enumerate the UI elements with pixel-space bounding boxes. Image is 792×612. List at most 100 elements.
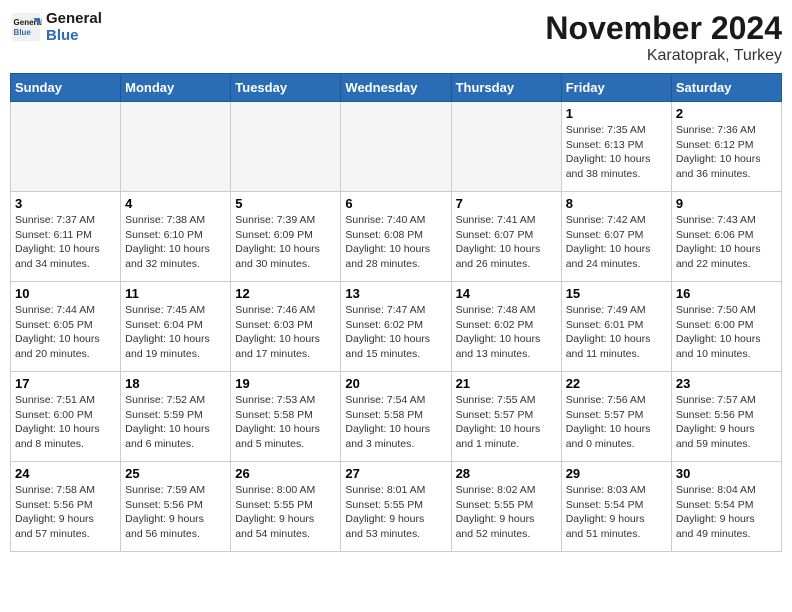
calendar-cell: 21 Sunrise: 7:55 AMSunset: 5:57 PMDayligh… bbox=[451, 372, 561, 462]
day-info: Sunrise: 7:58 AMSunset: 5:56 PMDaylight:… bbox=[15, 483, 116, 542]
day-info: Sunrise: 7:44 AMSunset: 6:05 PMDaylight:… bbox=[15, 303, 116, 362]
calendar-cell bbox=[231, 102, 341, 192]
weekday-header: Saturday bbox=[671, 74, 781, 102]
day-info: Sunrise: 7:46 AMSunset: 6:03 PMDaylight:… bbox=[235, 303, 336, 362]
day-number: 10 bbox=[15, 286, 116, 301]
day-info: Sunrise: 7:56 AMSunset: 5:57 PMDaylight:… bbox=[566, 393, 667, 452]
day-number: 20 bbox=[345, 376, 446, 391]
day-info: Sunrise: 7:48 AMSunset: 6:02 PMDaylight:… bbox=[456, 303, 557, 362]
calendar-cell: 20Sunrise: 7:54 AMSunset: 5:58 PMDayligh… bbox=[341, 372, 451, 462]
calendar-cell: 27 Sunrise: 8:01 AMSunset: 5:55 PMDayligh… bbox=[341, 462, 451, 552]
calendar-cell: 11 Sunrise: 7:45 AMSunset: 6:04 PMDayligh… bbox=[121, 282, 231, 372]
day-info: Sunrise: 8:00 AMSunset: 5:55 PMDaylight:… bbox=[235, 483, 336, 542]
calendar-table: SundayMondayTuesdayWednesdayThursdayFrid… bbox=[10, 73, 782, 552]
day-number: 30 bbox=[676, 466, 777, 481]
location: Karatoprak, Turkey bbox=[545, 47, 782, 65]
day-number: 17 bbox=[15, 376, 116, 391]
calendar-cell: 30 Sunrise: 8:04 AMSunset: 5:54 PMDayligh… bbox=[671, 462, 781, 552]
day-info: Sunrise: 7:37 AMSunset: 6:11 PMDaylight:… bbox=[15, 213, 116, 272]
day-number: 19 bbox=[235, 376, 336, 391]
day-info: Sunrise: 8:04 AMSunset: 5:54 PMDaylight:… bbox=[676, 483, 777, 542]
day-info: Sunrise: 7:39 AMSunset: 6:09 PMDaylight:… bbox=[235, 213, 336, 272]
calendar-cell: 9Sunrise: 7:43 AMSunset: 6:06 PMDaylight… bbox=[671, 192, 781, 282]
calendar-cell bbox=[121, 102, 231, 192]
day-info: Sunrise: 7:38 AMSunset: 6:10 PMDaylight:… bbox=[125, 213, 226, 272]
day-number: 8 bbox=[566, 196, 667, 211]
day-number: 9 bbox=[676, 196, 777, 211]
day-info: Sunrise: 7:35 AMSunset: 6:13 PMDaylight:… bbox=[566, 123, 667, 182]
day-number: 28 bbox=[456, 466, 557, 481]
day-info: Sunrise: 7:45 AMSunset: 6:04 PMDaylight:… bbox=[125, 303, 226, 362]
page-header: General Blue General Blue November 2024 … bbox=[10, 10, 782, 65]
day-number: 11 bbox=[125, 286, 226, 301]
calendar-cell: 8 Sunrise: 7:42 AMSunset: 6:07 PMDaylight… bbox=[561, 192, 671, 282]
calendar-cell: 18Sunrise: 7:52 AMSunset: 5:59 PMDayligh… bbox=[121, 372, 231, 462]
calendar-cell: 14 Sunrise: 7:48 AMSunset: 6:02 PMDayligh… bbox=[451, 282, 561, 372]
day-info: Sunrise: 7:57 AMSunset: 5:56 PMDaylight:… bbox=[676, 393, 777, 452]
calendar-week-row: 17 Sunrise: 7:51 AMSunset: 6:00 PMDayligh… bbox=[11, 372, 782, 462]
calendar-week-row: 10 Sunrise: 7:44 AMSunset: 6:05 PMDayligh… bbox=[11, 282, 782, 372]
day-number: 3 bbox=[15, 196, 116, 211]
title-area: November 2024 Karatoprak, Turkey bbox=[545, 10, 782, 65]
calendar-cell: 26Sunrise: 8:00 AMSunset: 5:55 PMDayligh… bbox=[231, 462, 341, 552]
day-info: Sunrise: 7:50 AMSunset: 6:00 PMDaylight:… bbox=[676, 303, 777, 362]
calendar-cell: 29 Sunrise: 8:03 AMSunset: 5:54 PMDayligh… bbox=[561, 462, 671, 552]
day-number: 25 bbox=[125, 466, 226, 481]
calendar-cell: 22 Sunrise: 7:56 AMSunset: 5:57 PMDayligh… bbox=[561, 372, 671, 462]
calendar-cell: 2Sunrise: 7:36 AMSunset: 6:12 PMDaylight… bbox=[671, 102, 781, 192]
day-info: Sunrise: 8:01 AMSunset: 5:55 PMDaylight:… bbox=[345, 483, 446, 542]
weekday-header: Friday bbox=[561, 74, 671, 102]
day-info: Sunrise: 7:53 AMSunset: 5:58 PMDaylight:… bbox=[235, 393, 336, 452]
calendar-cell: 6Sunrise: 7:40 AMSunset: 6:08 PMDaylight… bbox=[341, 192, 451, 282]
calendar-cell: 15 Sunrise: 7:49 AMSunset: 6:01 PMDayligh… bbox=[561, 282, 671, 372]
calendar-cell: 1 Sunrise: 7:35 AMSunset: 6:13 PMDaylight… bbox=[561, 102, 671, 192]
svg-text:Blue: Blue bbox=[14, 28, 32, 37]
day-number: 29 bbox=[566, 466, 667, 481]
calendar-week-row: 3 Sunrise: 7:37 AMSunset: 6:11 PMDaylight… bbox=[11, 192, 782, 282]
day-number: 7 bbox=[456, 196, 557, 211]
calendar-cell: 7 Sunrise: 7:41 AMSunset: 6:07 PMDaylight… bbox=[451, 192, 561, 282]
day-info: Sunrise: 8:02 AMSunset: 5:55 PMDaylight:… bbox=[456, 483, 557, 542]
calendar-cell: 23 Sunrise: 7:57 AMSunset: 5:56 PMDayligh… bbox=[671, 372, 781, 462]
day-info: Sunrise: 7:59 AMSunset: 5:56 PMDaylight:… bbox=[125, 483, 226, 542]
day-number: 2 bbox=[676, 106, 777, 121]
day-info: Sunrise: 7:55 AMSunset: 5:57 PMDaylight:… bbox=[456, 393, 557, 452]
weekday-header: Tuesday bbox=[231, 74, 341, 102]
day-number: 15 bbox=[566, 286, 667, 301]
day-info: Sunrise: 8:03 AMSunset: 5:54 PMDaylight:… bbox=[566, 483, 667, 542]
day-number: 27 bbox=[345, 466, 446, 481]
day-number: 21 bbox=[456, 376, 557, 391]
calendar-cell: 10 Sunrise: 7:44 AMSunset: 6:05 PMDayligh… bbox=[11, 282, 121, 372]
calendar-cell: 12Sunrise: 7:46 AMSunset: 6:03 PMDayligh… bbox=[231, 282, 341, 372]
logo: General Blue General Blue bbox=[10, 10, 102, 44]
day-info: Sunrise: 7:49 AMSunset: 6:01 PMDaylight:… bbox=[566, 303, 667, 362]
calendar-cell bbox=[341, 102, 451, 192]
calendar-cell: 5 Sunrise: 7:39 AMSunset: 6:09 PMDaylight… bbox=[231, 192, 341, 282]
calendar-week-row: 1 Sunrise: 7:35 AMSunset: 6:13 PMDaylight… bbox=[11, 102, 782, 192]
weekday-header: Monday bbox=[121, 74, 231, 102]
day-info: Sunrise: 7:40 AMSunset: 6:08 PMDaylight:… bbox=[345, 213, 446, 272]
calendar-cell bbox=[11, 102, 121, 192]
calendar-cell: 17 Sunrise: 7:51 AMSunset: 6:00 PMDayligh… bbox=[11, 372, 121, 462]
calendar-header-row: SundayMondayTuesdayWednesdayThursdayFrid… bbox=[11, 74, 782, 102]
logo-blue: Blue bbox=[46, 27, 102, 44]
calendar-cell: 25 Sunrise: 7:59 AMSunset: 5:56 PMDayligh… bbox=[121, 462, 231, 552]
day-number: 24 bbox=[15, 466, 116, 481]
day-number: 22 bbox=[566, 376, 667, 391]
day-number: 5 bbox=[235, 196, 336, 211]
day-info: Sunrise: 7:42 AMSunset: 6:07 PMDaylight:… bbox=[566, 213, 667, 272]
weekday-header: Thursday bbox=[451, 74, 561, 102]
logo-icon: General Blue bbox=[10, 11, 42, 43]
day-number: 14 bbox=[456, 286, 557, 301]
day-number: 1 bbox=[566, 106, 667, 121]
day-info: Sunrise: 7:41 AMSunset: 6:07 PMDaylight:… bbox=[456, 213, 557, 272]
calendar-cell: 16 Sunrise: 7:50 AMSunset: 6:00 PMDayligh… bbox=[671, 282, 781, 372]
day-number: 16 bbox=[676, 286, 777, 301]
month-title: November 2024 bbox=[545, 10, 782, 47]
day-number: 23 bbox=[676, 376, 777, 391]
day-info: Sunrise: 7:47 AMSunset: 6:02 PMDaylight:… bbox=[345, 303, 446, 362]
weekday-header: Sunday bbox=[11, 74, 121, 102]
calendar-cell: 4Sunrise: 7:38 AMSunset: 6:10 PMDaylight… bbox=[121, 192, 231, 282]
day-info: Sunrise: 7:51 AMSunset: 6:00 PMDaylight:… bbox=[15, 393, 116, 452]
weekday-header: Wednesday bbox=[341, 74, 451, 102]
